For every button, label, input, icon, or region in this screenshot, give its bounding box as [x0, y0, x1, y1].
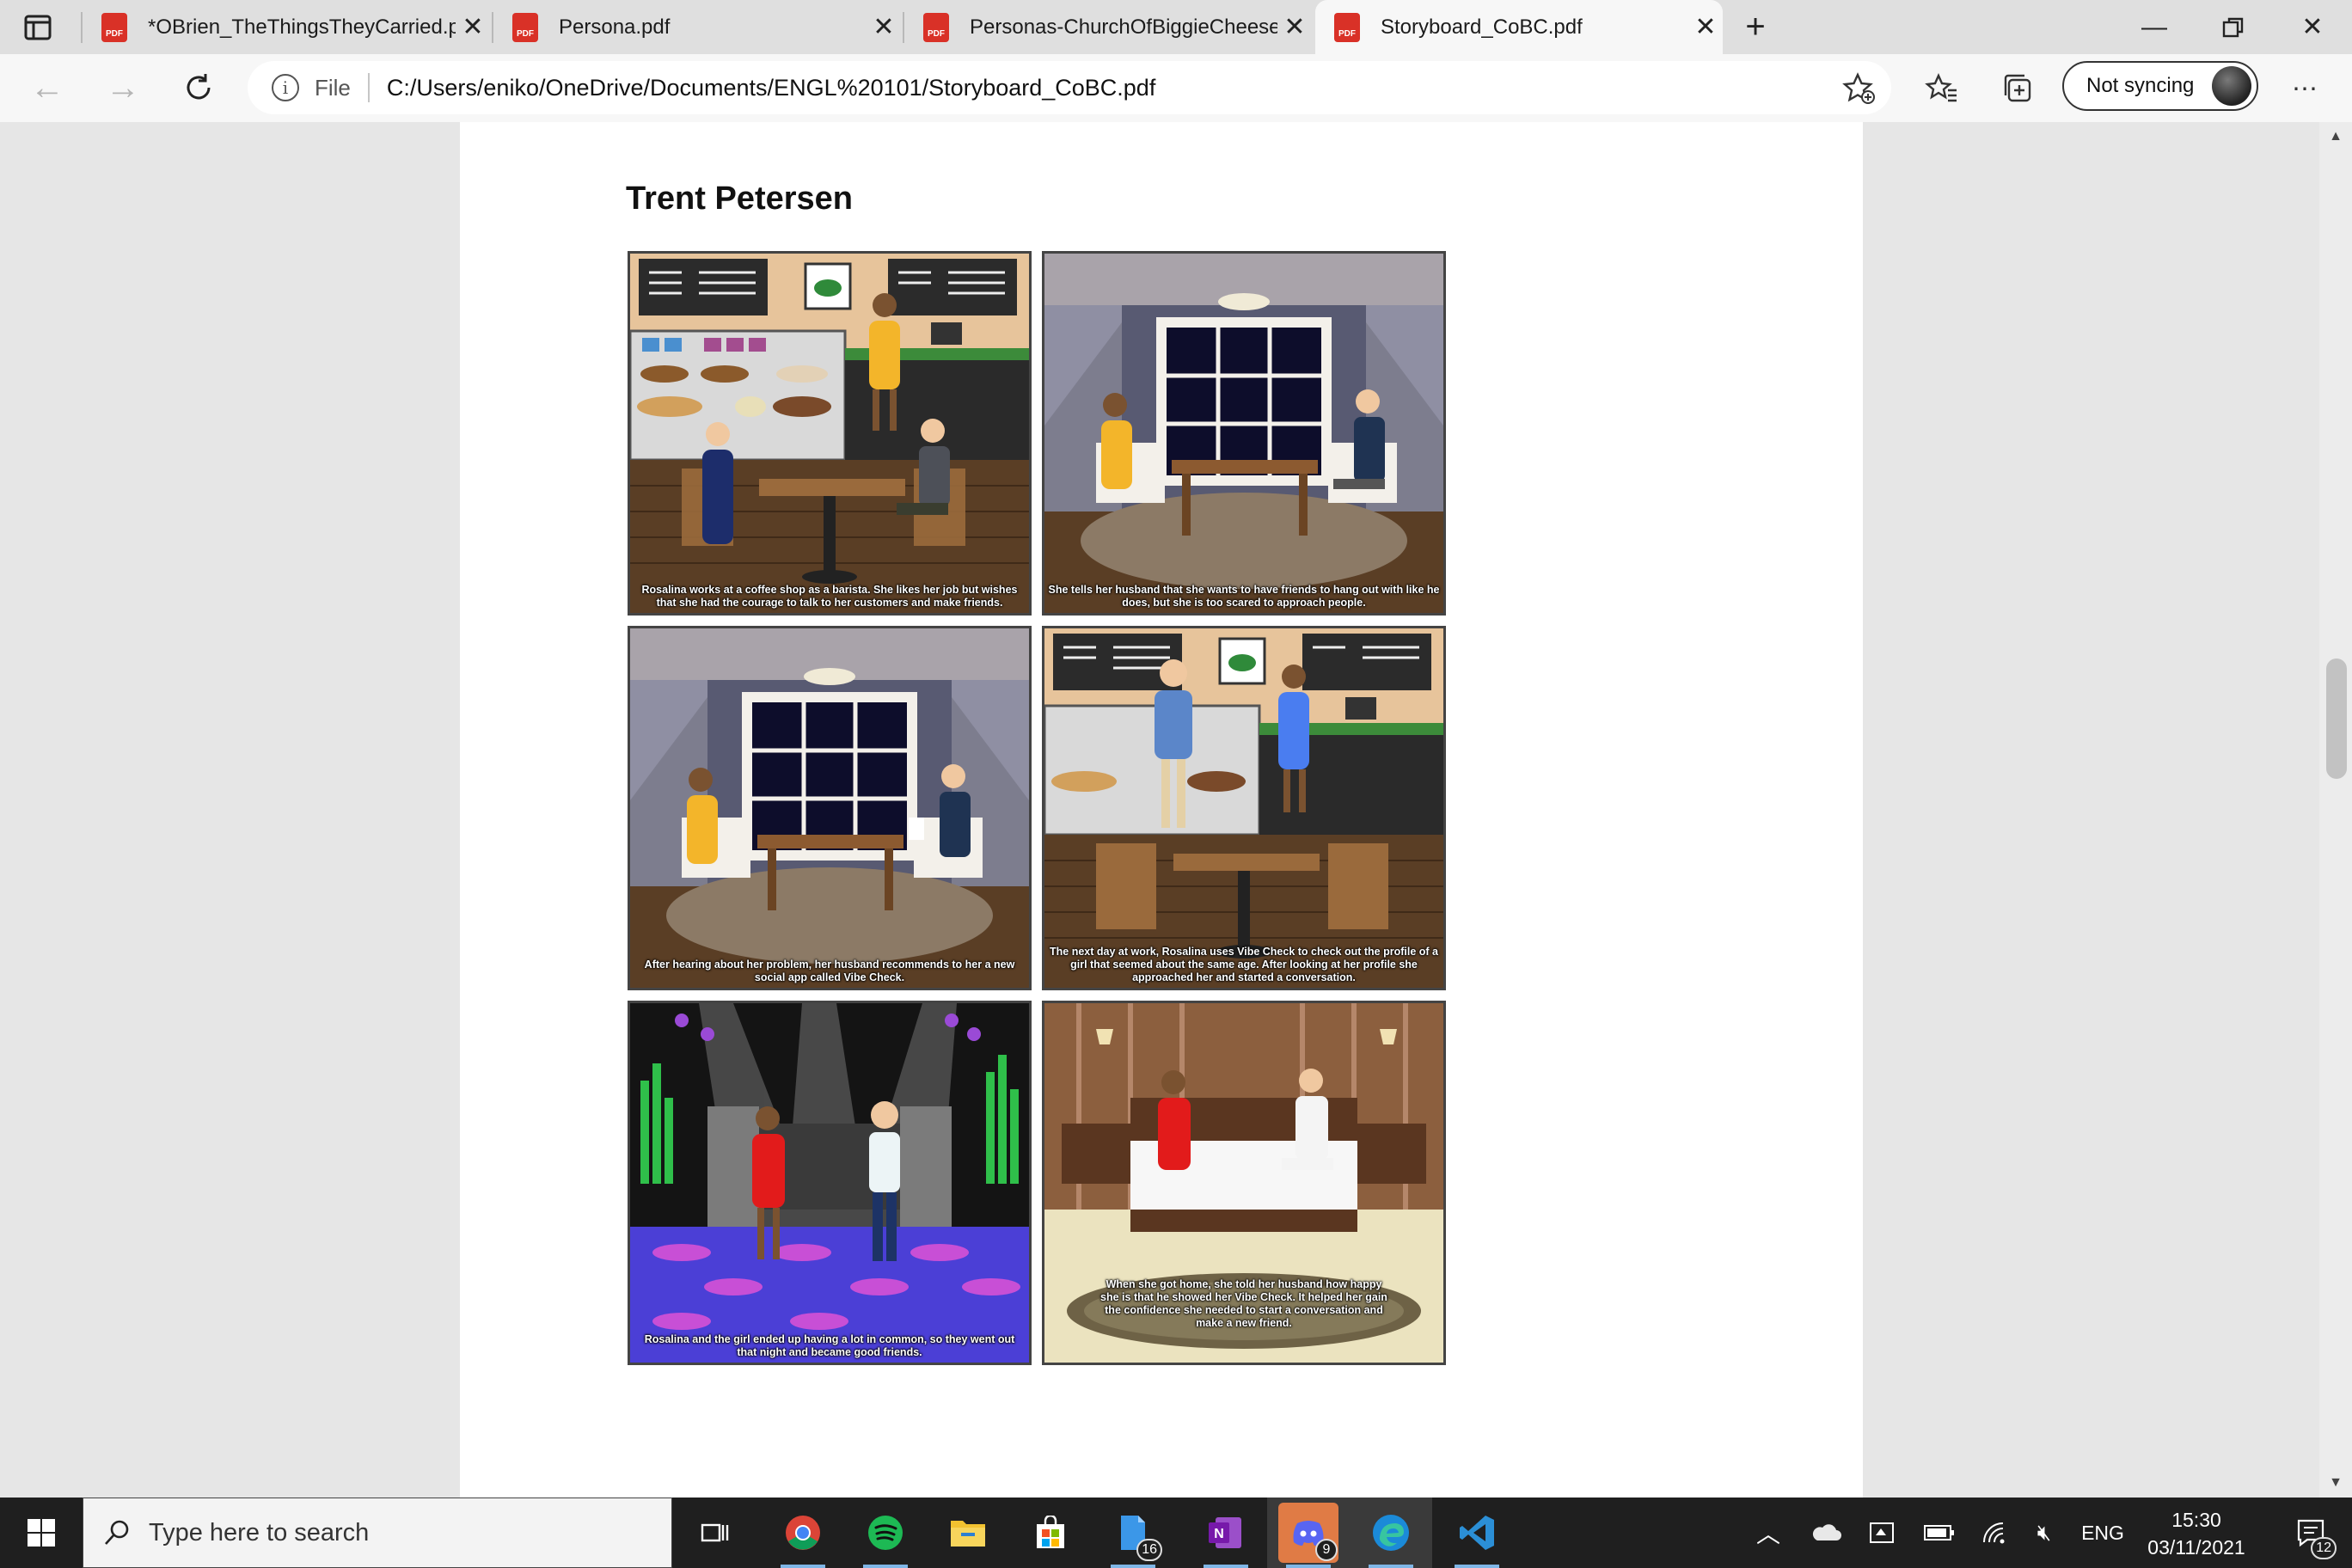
- storyboard-panel-6: When she got home, she told her husband …: [1042, 1001, 1446, 1365]
- meet-now-icon[interactable]: [1857, 1498, 1908, 1568]
- discord-badge: 9: [1315, 1539, 1338, 1561]
- minimize-icon[interactable]: —: [2115, 0, 2194, 54]
- pdf-viewer: Trent Petersen Rosalina works at a coffe…: [0, 122, 2352, 1498]
- tab-persona[interactable]: PDF Persona.pdf ✕: [493, 0, 901, 54]
- spotify-icon[interactable]: [844, 1498, 927, 1568]
- taskbar: Type here to search 16 N 9 ︿ 🔇︎ ENG 15:3…: [0, 1498, 2352, 1568]
- system-clock[interactable]: 15:30 03/11/2021: [2123, 1506, 2269, 1561]
- restore-icon[interactable]: [2194, 0, 2273, 54]
- tab-personas-cobc[interactable]: PDF Personas-ChurchOfBiggieCheese.pdf ✕: [904, 0, 1312, 54]
- tab-obrien[interactable]: PDF *OBrien_TheThingsTheyCarried.pdf ✕: [83, 0, 490, 54]
- pdf-file-icon: PDF: [512, 12, 538, 42]
- panel-caption: After hearing about her problem, her hus…: [644, 959, 1015, 983]
- add-favorite-icon[interactable]: [1838, 68, 1881, 109]
- storyboard-panel-5: Rosalina and the girl ended up having a …: [628, 1001, 1032, 1365]
- onenote-icon[interactable]: N: [1185, 1498, 1267, 1568]
- new-tab-icon[interactable]: +: [1736, 9, 1774, 45]
- close-icon[interactable]: ✕: [1688, 12, 1723, 42]
- profile-sync-button[interactable]: Not syncing: [2062, 61, 2258, 111]
- forward-arrow-icon[interactable]: →: [96, 63, 150, 113]
- close-window-icon[interactable]: ✕: [2273, 0, 2352, 54]
- volume-muted-icon[interactable]: 🔇︎: [2020, 1498, 2068, 1568]
- pdf-file-icon: PDF: [1334, 12, 1360, 42]
- tab-strip: PDF *OBrien_TheThingsTheyCarried.pdf ✕ P…: [0, 0, 2352, 54]
- home-illustration: [630, 628, 1029, 988]
- notifications-icon[interactable]: 12: [2273, 1498, 2352, 1568]
- address-bar[interactable]: i File C:/Users/eniko/OneDrive/Documents…: [248, 61, 1891, 114]
- svg-text:N: N: [1214, 1527, 1224, 1541]
- tab-actions-icon[interactable]: [22, 12, 53, 43]
- close-icon[interactable]: ✕: [1277, 12, 1312, 42]
- sync-label: Not syncing: [2086, 74, 2195, 97]
- vertical-scrollbar[interactable]: ▲ ▼: [2319, 122, 2352, 1498]
- dance-club-illustration: [630, 1003, 1029, 1363]
- url-text[interactable]: C:/Users/eniko/OneDrive/Documents/ENGL%2…: [387, 75, 1155, 101]
- refresh-icon[interactable]: [172, 63, 225, 113]
- chrome-icon[interactable]: [762, 1498, 844, 1568]
- tab-title: Personas-ChurchOfBiggieCheese.pdf: [970, 15, 1277, 39]
- task-view-icon[interactable]: [674, 1498, 756, 1568]
- panel-caption: The next day at work, Rosalina uses Vibe…: [1050, 946, 1438, 983]
- storyboard-panel-3: After hearing about her problem, her hus…: [628, 626, 1032, 990]
- home-illustration: [1044, 254, 1443, 613]
- scroll-down-icon[interactable]: ▼: [2319, 1475, 2352, 1491]
- more-options-icon[interactable]: ⋯: [2283, 68, 2326, 109]
- tab-title: Storyboard_CoBC.pdf: [1381, 15, 1583, 39]
- collections-icon[interactable]: [1996, 68, 2039, 109]
- panel-caption: She tells her husband that she wants to …: [1048, 584, 1440, 609]
- storyboard-panel-4: The next day at work, Rosalina uses Vibe…: [1042, 626, 1446, 990]
- tab-title: *OBrien_TheThingsTheyCarried.pdf: [148, 15, 456, 39]
- onedrive-icon[interactable]: [1800, 1498, 1852, 1568]
- site-info-icon[interactable]: i: [272, 74, 299, 101]
- favorites-icon[interactable]: [1920, 68, 1963, 109]
- close-icon[interactable]: ✕: [867, 12, 901, 42]
- coffee-shop-illustration: [1044, 628, 1443, 988]
- back-arrow-icon[interactable]: ←: [21, 63, 74, 113]
- pdf-page: Trent Petersen Rosalina works at a coffe…: [460, 122, 1863, 1498]
- page-title: Trent Petersen: [626, 181, 853, 217]
- discord-icon[interactable]: 9: [1267, 1498, 1350, 1568]
- pdf-file-icon: PDF: [923, 12, 949, 42]
- url-divider: [367, 73, 370, 102]
- address-toolbar: ← → i File C:/Users/eniko/OneDrive/Docum…: [0, 54, 2352, 124]
- panel-caption: Rosalina works at a coffee shop as a bar…: [641, 584, 1018, 609]
- avatar: [2212, 66, 2251, 106]
- show-hidden-icons-icon[interactable]: ︿: [1747, 1498, 1790, 1568]
- notifications-badge: 12: [2311, 1537, 2337, 1559]
- files-badge: 16: [1136, 1539, 1162, 1561]
- tab-title: Persona.pdf: [559, 15, 671, 39]
- panel-caption: When she got home, she told her husband …: [1100, 1278, 1387, 1329]
- scroll-up-icon[interactable]: ▲: [2319, 129, 2352, 144]
- microsoft-store-icon[interactable]: [1009, 1498, 1092, 1568]
- wifi-icon[interactable]: [1970, 1498, 2018, 1568]
- windows-start-icon[interactable]: [0, 1498, 83, 1568]
- file-explorer-icon[interactable]: [927, 1498, 1009, 1568]
- clock-date: 03/11/2021: [2147, 1536, 2245, 1559]
- scroll-thumb[interactable]: [2326, 658, 2347, 779]
- storyboard-panel-2: She tells her husband that she wants to …: [1042, 251, 1446, 616]
- vscode-icon[interactable]: [1436, 1498, 1518, 1568]
- storyboard-panel-1: Rosalina works at a coffee shop as a bar…: [628, 251, 1032, 616]
- search-placeholder: Type here to search: [149, 1518, 370, 1547]
- search-icon: [105, 1520, 129, 1545]
- files-app-icon[interactable]: 16: [1092, 1498, 1174, 1568]
- edge-icon[interactable]: [1350, 1498, 1432, 1568]
- pdf-file-icon: PDF: [101, 12, 127, 42]
- battery-icon[interactable]: [1914, 1498, 1965, 1568]
- tab-storyboard-cobc[interactable]: PDF Storyboard_CoBC.pdf ✕: [1315, 0, 1723, 54]
- clock-time: 15:30: [2171, 1509, 2221, 1531]
- panel-caption: Rosalina and the girl ended up having a …: [644, 1333, 1015, 1358]
- close-icon[interactable]: ✕: [456, 12, 490, 42]
- coffee-shop-illustration: [630, 254, 1029, 613]
- taskbar-search[interactable]: Type here to search: [83, 1498, 672, 1568]
- file-scheme-label: File: [315, 74, 351, 101]
